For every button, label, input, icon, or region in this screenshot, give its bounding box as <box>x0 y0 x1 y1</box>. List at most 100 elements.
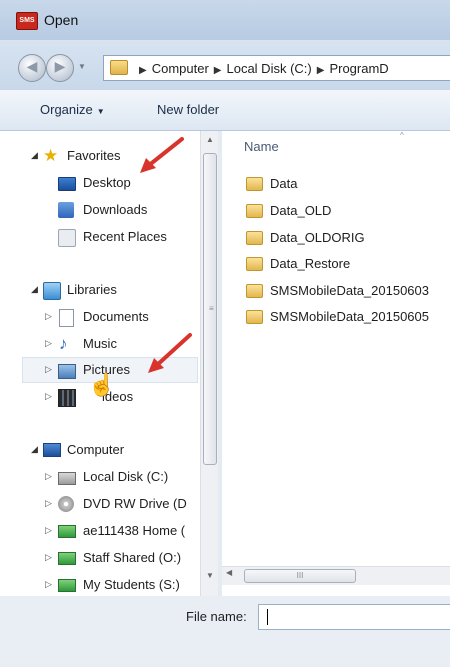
desktop-icon <box>58 177 76 191</box>
network-drive-icon <box>58 552 76 565</box>
dvd-drive-icon <box>58 496 74 512</box>
horizontal-scrollbar[interactable]: ◀ III <box>222 566 450 585</box>
chevron-down-icon: ▼ <box>96 107 105 116</box>
forward-button[interactable]: ▶ <box>46 54 74 82</box>
nav-item-music[interactable]: ▷ ♪ Music <box>0 333 200 357</box>
organize-button[interactable]: Organize ▼ <box>40 102 105 117</box>
nav-item-documents[interactable]: ▷ Documents <box>0 306 200 330</box>
back-button[interactable]: ◀ <box>18 54 46 82</box>
chevron-right-icon[interactable]: ▶ <box>139 65 147 76</box>
nav-item-home-drive[interactable]: ▷ ae111438 Home ( <box>0 520 200 544</box>
folder-icon <box>246 257 263 271</box>
computer-icon <box>43 443 61 457</box>
folder-icon <box>246 177 263 191</box>
nav-libraries[interactable]: ◢ Libraries <box>0 279 200 303</box>
sort-caret-icon: ^ <box>400 131 404 140</box>
command-bar: Organize ▼ New folder <box>0 90 450 131</box>
expanded-triangle-icon[interactable]: ◢ <box>31 444 38 455</box>
nav-label: Recent Places <box>83 229 167 244</box>
grip-icon: ≡ <box>209 304 214 313</box>
breadcrumb-programdata[interactable]: ProgramD <box>329 61 388 76</box>
nav-item-my-students[interactable]: ▷ My Students (S:) <box>0 574 200 596</box>
folder-icon <box>246 310 263 324</box>
file-name: SMSMobileData_20150603 <box>270 283 429 298</box>
breadcrumb: ▶ Computer ▶ Local Disk (C:) ▶ ProgramD <box>134 61 389 76</box>
nav-label: Favorites <box>67 148 121 163</box>
file-list: ^ Name Data Data_OLD Data_OLDORIG Data_R… <box>222 131 450 596</box>
nav-item-downloads[interactable]: Downloads <box>0 199 200 223</box>
nav-item-dvd-drive[interactable]: ▷ DVD RW Drive (D <box>0 493 200 517</box>
pictures-icon <box>58 364 76 379</box>
collapsed-triangle-icon[interactable]: ▷ <box>45 338 52 349</box>
documents-icon <box>59 309 74 327</box>
network-drive-icon <box>58 525 76 538</box>
collapsed-triangle-icon[interactable]: ▷ <box>45 391 52 402</box>
breadcrumb-computer[interactable]: Computer <box>152 61 209 76</box>
nav-item-recent-places[interactable]: Recent Places <box>0 226 200 250</box>
new-folder-button[interactable]: New folder <box>157 102 219 117</box>
nav-label: Staff Shared (O:) <box>83 550 182 565</box>
nav-label: Documents <box>83 309 149 324</box>
file-name: SMSMobileData_20150605 <box>270 309 429 324</box>
nav-label: ae111438 Home ( <box>83 523 186 538</box>
folder-icon <box>246 284 263 298</box>
hard-drive-icon <box>58 472 76 485</box>
recent-pages-dropdown-icon[interactable]: ▼ <box>78 62 86 71</box>
nav-label: Local Disk (C:) <box>83 469 169 484</box>
scroll-down-icon[interactable]: ▼ <box>201 571 219 580</box>
nav-item-staff-shared[interactable]: ▷ Staff Shared (O:) <box>0 547 200 571</box>
file-name: Data <box>270 176 298 191</box>
column-header-name[interactable]: Name <box>244 139 279 154</box>
file-name: Data_OLD <box>270 203 332 218</box>
organize-label: Organize <box>40 102 93 117</box>
text-caret <box>267 609 268 625</box>
nav-label: Downloads <box>83 202 148 217</box>
nav-favorites[interactable]: ◢ ★ Favorites <box>0 145 200 169</box>
breadcrumb-local-disk[interactable]: Local Disk (C:) <box>226 61 311 76</box>
collapsed-triangle-icon[interactable]: ▷ <box>45 364 52 375</box>
collapsed-triangle-icon[interactable]: ▷ <box>45 552 52 563</box>
file-name-area: File name: <box>0 596 450 667</box>
collapsed-triangle-icon[interactable]: ▷ <box>45 498 52 509</box>
file-name-input[interactable] <box>258 604 450 630</box>
scrollbar-thumb[interactable]: ≡ <box>203 153 217 465</box>
collapsed-triangle-icon[interactable]: ▷ <box>45 311 52 322</box>
nav-label: Music <box>83 336 117 351</box>
collapsed-triangle-icon[interactable]: ▷ <box>45 579 52 590</box>
libraries-icon <box>43 282 61 300</box>
nav-item-desktop[interactable]: Desktop <box>0 172 200 196</box>
nav-scrollbar[interactable]: ▲ ≡ ▼ <box>200 131 219 596</box>
file-name-label: File name: <box>186 609 247 624</box>
address-bar[interactable]: ▶ Computer ▶ Local Disk (C:) ▶ ProgramD <box>103 55 450 81</box>
nav-item-local-disk[interactable]: ▷ Local Disk (C:) <box>0 466 200 490</box>
back-arrow-icon: ◀ <box>26 58 38 74</box>
recent-places-icon <box>58 229 76 247</box>
expanded-triangle-icon[interactable]: ◢ <box>31 284 38 295</box>
scroll-up-icon[interactable]: ▲ <box>201 135 219 144</box>
collapsed-triangle-icon[interactable]: ▷ <box>45 525 52 536</box>
folder-icon <box>110 60 128 75</box>
videos-icon <box>58 389 76 407</box>
file-name: Data_OLDORIG <box>270 230 365 245</box>
scroll-left-icon[interactable]: ◀ <box>226 568 232 577</box>
nav-computer[interactable]: ◢ Computer <box>0 439 200 463</box>
chevron-right-icon[interactable]: ▶ <box>214 65 222 76</box>
nav-label: Libraries <box>67 282 117 297</box>
nav-label: Computer <box>67 442 125 457</box>
nav-label: DVD RW Drive (D <box>83 496 187 511</box>
folder-icon <box>246 231 263 245</box>
expanded-triangle-icon[interactable]: ◢ <box>31 150 38 161</box>
window-title: Open <box>44 12 79 28</box>
file-name: Data_Restore <box>270 256 351 271</box>
hand-cursor-icon: ☝ <box>88 372 116 397</box>
title-bar: SMS Open <box>0 0 450 40</box>
app-icon: SMS <box>16 12 38 30</box>
chevron-right-icon[interactable]: ▶ <box>317 65 325 76</box>
downloads-icon <box>58 202 74 218</box>
scrollbar-thumb[interactable]: III <box>244 569 356 583</box>
music-icon: ♪ <box>59 334 68 353</box>
collapsed-triangle-icon[interactable]: ▷ <box>45 471 52 482</box>
nav-label: My Students (S:) <box>83 577 180 592</box>
navigation-pane: ◢ ★ Favorites Desktop Downloads Recent P… <box>0 131 200 596</box>
network-drive-icon <box>58 579 76 592</box>
